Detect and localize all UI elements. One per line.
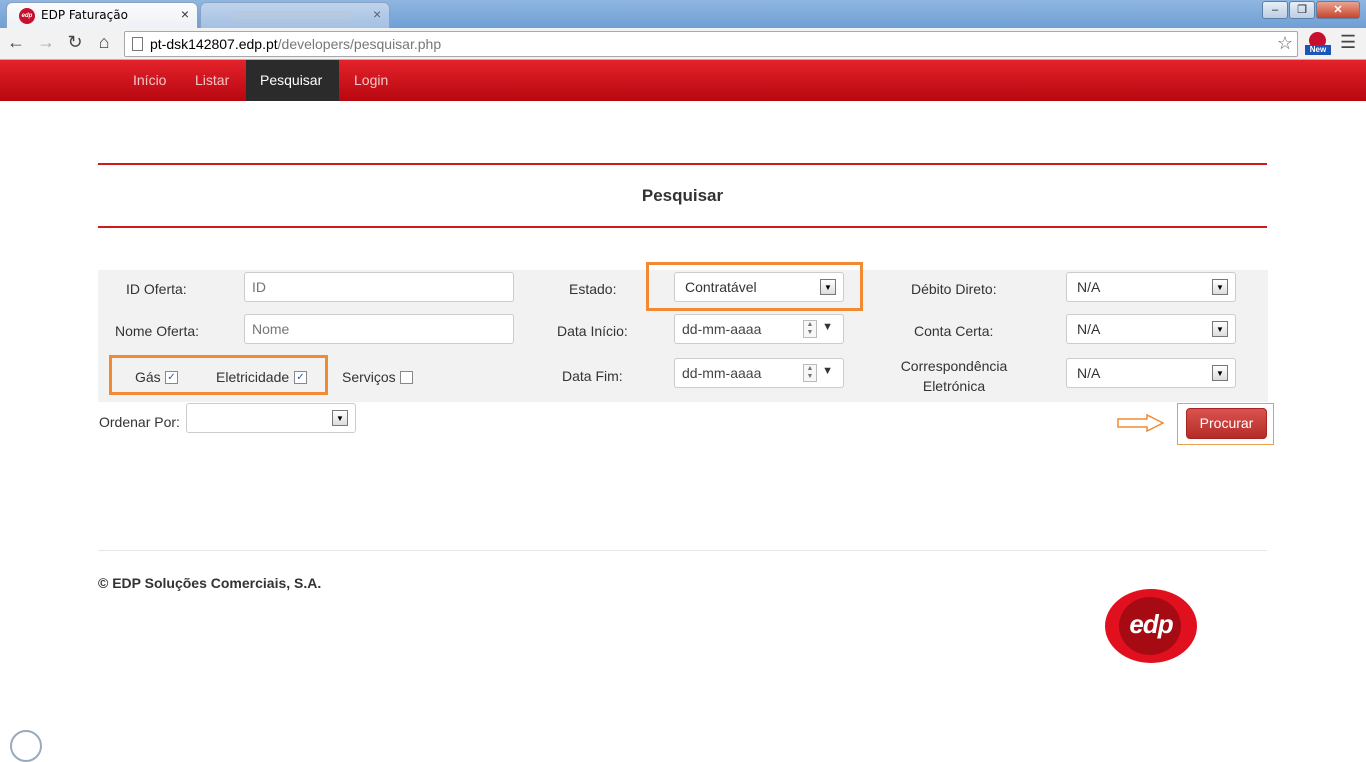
conta-certa-select[interactable]: N/A ▼: [1066, 314, 1236, 344]
correspondencia-label-line2: Eletrónica: [922, 378, 986, 394]
id-oferta-label: ID Oferta:: [126, 281, 187, 297]
debito-direto-label: Débito Direto:: [911, 281, 997, 297]
blurred-tab-title: [231, 11, 351, 19]
date-spinner-icon[interactable]: ▲ ▼: [803, 320, 817, 338]
header-divider-bottom: [98, 226, 1267, 228]
edp-logo-text: edp: [1129, 609, 1173, 639]
window-maximize-button[interactable]: ❐: [1289, 1, 1315, 19]
debito-direto-value: N/A: [1077, 279, 1101, 295]
nav-item-listar[interactable]: Listar: [180, 60, 244, 101]
address-bar[interactable]: pt-dsk142807.edp.pt/developers/pesquisar…: [124, 31, 1298, 57]
nome-oferta-label: Nome Oferta:: [115, 323, 200, 339]
date-spinner-icon[interactable]: ▲ ▼: [803, 364, 817, 382]
data-fim-label: Data Fim:: [562, 368, 623, 384]
back-arrow-icon[interactable]: ←: [4, 32, 28, 53]
servicos-checkbox[interactable]: [400, 371, 413, 384]
dropdown-arrow-icon: ▼: [1212, 321, 1228, 337]
bookmark-star-icon[interactable]: ☆: [1277, 33, 1293, 54]
data-inicio-input[interactable]: dd-mm-aaaa ▲ ▼ ▼: [674, 314, 844, 344]
data-inicio-value: dd-mm-aaaa: [682, 321, 762, 337]
date-dropdown-icon[interactable]: ▼: [822, 321, 833, 333]
footer-copyright: © EDP Soluções Comerciais, S.A.: [98, 575, 322, 591]
partial-corner-icon: [10, 730, 42, 762]
browser-toolbar: ← → ↻ ⌂ pt-dsk142807.edp.pt/developers/p…: [0, 28, 1366, 60]
extension-new-badge: New: [1305, 45, 1331, 55]
conta-certa-value: N/A: [1077, 321, 1101, 337]
browser-menu-icon[interactable]: ☰: [1340, 32, 1356, 53]
ordenar-por-select[interactable]: ▼: [186, 403, 356, 433]
conta-certa-label: Conta Certa:: [914, 323, 994, 339]
checkbox-highlight-box: [109, 355, 328, 395]
right-arrow-annotation-icon: [1117, 414, 1165, 432]
servicos-label: Serviços: [342, 369, 396, 385]
footer-divider: [98, 550, 1267, 551]
home-icon[interactable]: ⌂: [92, 32, 116, 53]
nav-item-inicio[interactable]: Início: [118, 60, 181, 101]
date-dropdown-icon[interactable]: ▼: [822, 365, 833, 377]
tab-close-icon[interactable]: ×: [373, 6, 381, 22]
url-text: pt-dsk142807.edp.pt/developers/pesquisar…: [150, 36, 442, 52]
ordenar-por-label: Ordenar Por:: [99, 414, 180, 430]
data-inicio-label: Data Início:: [557, 323, 628, 339]
nome-oferta-input[interactable]: [244, 314, 514, 344]
browser-title-bar: edp EDP Faturação × × – ❐ ✕: [0, 0, 1366, 28]
edp-favicon-icon: edp: [19, 8, 35, 24]
correspondencia-select[interactable]: N/A ▼: [1066, 358, 1236, 388]
page-title: Pesquisar: [641, 186, 724, 205]
browser-tab-title: EDP Faturação: [41, 8, 128, 22]
edp-logo: edp: [1105, 589, 1197, 663]
window-minimize-button[interactable]: –: [1262, 1, 1288, 19]
id-oferta-input[interactable]: [244, 272, 514, 302]
dropdown-arrow-icon: ▼: [332, 410, 348, 426]
correspondencia-label-line1: Correspondência: [900, 358, 1008, 374]
browser-tab-active[interactable]: edp EDP Faturação ×: [6, 2, 198, 28]
forward-arrow-icon[interactable]: →: [34, 32, 58, 53]
dropdown-arrow-icon: ▼: [1212, 279, 1228, 295]
data-fim-value: dd-mm-aaaa: [682, 365, 762, 381]
estado-highlight-box: [646, 262, 863, 311]
site-navbar: Início Listar Pesquisar Login: [0, 60, 1366, 101]
data-fim-input[interactable]: dd-mm-aaaa ▲ ▼ ▼: [674, 358, 844, 388]
header-divider-top: [98, 163, 1267, 165]
browser-tab-inactive[interactable]: ×: [200, 2, 390, 28]
nav-item-login[interactable]: Login: [339, 60, 403, 101]
reload-icon[interactable]: ↻: [63, 32, 87, 53]
tab-close-icon[interactable]: ×: [181, 6, 189, 22]
procurar-button[interactable]: Procurar: [1186, 408, 1267, 439]
dropdown-arrow-icon: ▼: [1212, 365, 1228, 381]
window-close-button[interactable]: ✕: [1316, 1, 1360, 19]
extension-icon[interactable]: New: [1305, 32, 1331, 56]
estado-label: Estado:: [569, 281, 617, 297]
debito-direto-select[interactable]: N/A ▼: [1066, 272, 1236, 302]
correspondencia-value: N/A: [1077, 365, 1101, 381]
page-icon: [132, 37, 143, 51]
nav-item-pesquisar[interactable]: Pesquisar: [246, 60, 339, 101]
